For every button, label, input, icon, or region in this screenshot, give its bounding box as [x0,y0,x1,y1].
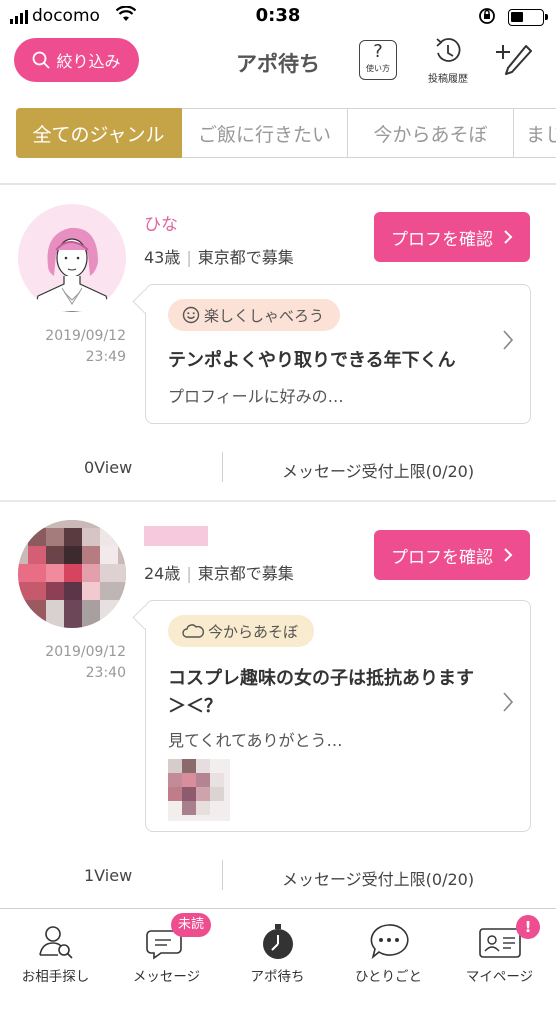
compose-pencil-icon [496,45,532,75]
chevron-right-icon [504,230,513,244]
clock-icon [262,924,293,959]
view-profile-button[interactable]: プロフを確認 [374,212,530,262]
poster-age: 24歳 [144,564,181,583]
view-count: 0View [84,458,133,477]
nav-label: メッセージ [132,969,201,985]
chevron-right-icon [503,692,514,712]
genre-tabs: 全てのジャンル ご飯に行きたい 今からあそぼ まじ [16,108,556,158]
smile-icon [182,306,200,324]
message-limit: メッセージ受付上限(0/20) [282,462,475,481]
post-date-time: 23:49 [85,349,126,365]
post-title: テンポよくやり取りできる年下くん [168,350,456,371]
poster-name: ひな [144,215,178,235]
chevron-right-icon [503,330,514,350]
post-excerpt: 見てくれてありがとう… [168,731,343,750]
post-date-day: 2019/09/12 [45,328,126,344]
chevron-right-icon [504,548,513,562]
genre-tag: 今からあそぼ [168,615,315,647]
filter-button[interactable]: 絞り込み [14,38,139,82]
search-icon [33,51,51,69]
avatar[interactable] [18,520,126,628]
nav-label: アポ待ち [250,969,305,985]
view-count: 1View [84,866,133,885]
nav-label: ひとりごと [354,969,423,985]
history-label: 投稿履歴 [428,74,468,85]
cloud-icon [182,624,204,638]
post-divider [0,500,556,502]
post-stats: 0View メッセージ受付上限(0/20) [0,452,556,492]
nav-item-messages[interactable]: 未読 メッセージ [111,909,222,1009]
poster-age: 43歳 [144,248,181,267]
genre-tab-serious[interactable]: まじ [514,108,556,158]
poster-meta: 24歳 | 東京都で募集 [144,564,294,583]
help-label: 使い方 [366,64,390,73]
post-title: コスプレ趣味の女の子は抵抗あります＞＜？ [168,668,474,717]
app-header: 絞り込み アポ待ち ? 使い方 投稿履歴 [0,34,556,94]
post-bubble[interactable]: 楽しくしゃべろう テンポよくやり取りできる年下くん プロフィールに好みの… [145,284,531,424]
view-profile-button[interactable]: プロフを確認 [374,530,530,580]
post-photo[interactable] [168,759,230,821]
alert-badge: ! [516,915,540,939]
view-profile-label: プロフを確認 [391,547,493,567]
header-divider [0,183,556,185]
genre-tab-all[interactable]: 全てのジャンル [16,108,182,158]
speech-bubble-icon [370,924,409,960]
status-bar: docomo 0:38 [0,0,556,34]
nav-label: マイページ [465,969,534,985]
unread-badge: 未読 [171,913,212,937]
help-button[interactable]: ? 使い方 [359,40,397,80]
poster-meta: 43歳 | 東京都で募集 [144,248,294,267]
poster-name [144,526,208,546]
history-icon [436,38,461,62]
nav-label: お相手探し [21,969,90,985]
nav-item-mypage[interactable]: ! マイページ [444,909,555,1009]
post-bubble[interactable]: 今からあそぼ コスプレ趣味の女の子は抵抗あります＞＜？ 見てくれてありがとう… [145,600,531,832]
filter-label: 絞り込み [56,54,121,71]
status-time: 0:38 [255,5,301,26]
nav-item-appointment[interactable]: アポ待ち [222,909,333,1009]
genre-tag: 楽しくしゃべろう [168,299,341,331]
nav-item-search-partner[interactable]: お相手探し [0,909,111,1009]
battery-icon [508,9,548,26]
post-date: 2019/09/12 23:40 [20,642,126,684]
stats-separator [222,452,223,482]
genre-tag-label: 楽しくしゃべろう [204,306,325,325]
genre-tag-label: 今からあそぼ [208,622,299,641]
post-history-button[interactable]: 投稿履歴 [416,36,480,86]
post-date: 2019/09/12 23:49 [20,326,126,368]
stats-separator [222,860,223,890]
search-person-icon [38,926,73,959]
view-profile-label: プロフを確認 [391,229,493,249]
genre-tab-play-now[interactable]: 今からあそぼ [348,108,514,158]
poster-location: 東京都で募集 [197,248,294,267]
nav-item-monologue[interactable]: ひとりごと [333,909,444,1009]
message-limit: メッセージ受付上限(0/20) [282,870,475,889]
post-excerpt: プロフィールに好みの… [168,387,344,406]
post-stats: 1View メッセージ受付上限(0/20) [0,860,556,900]
new-post-button[interactable] [492,38,536,82]
post-date-day: 2019/09/12 [45,644,126,660]
poster-location: 東京都で募集 [197,564,294,583]
question-icon: ? [373,41,383,62]
bottom-nav: お相手探し 未読 メッセージ アポ待ち ひとりごと ! マイページ [0,908,556,1024]
post-date-time: 23:40 [85,665,126,681]
genre-tab-meal[interactable]: ご飯に行きたい [182,108,348,158]
orientation-lock-icon [478,7,496,30]
avatar[interactable] [18,204,126,312]
